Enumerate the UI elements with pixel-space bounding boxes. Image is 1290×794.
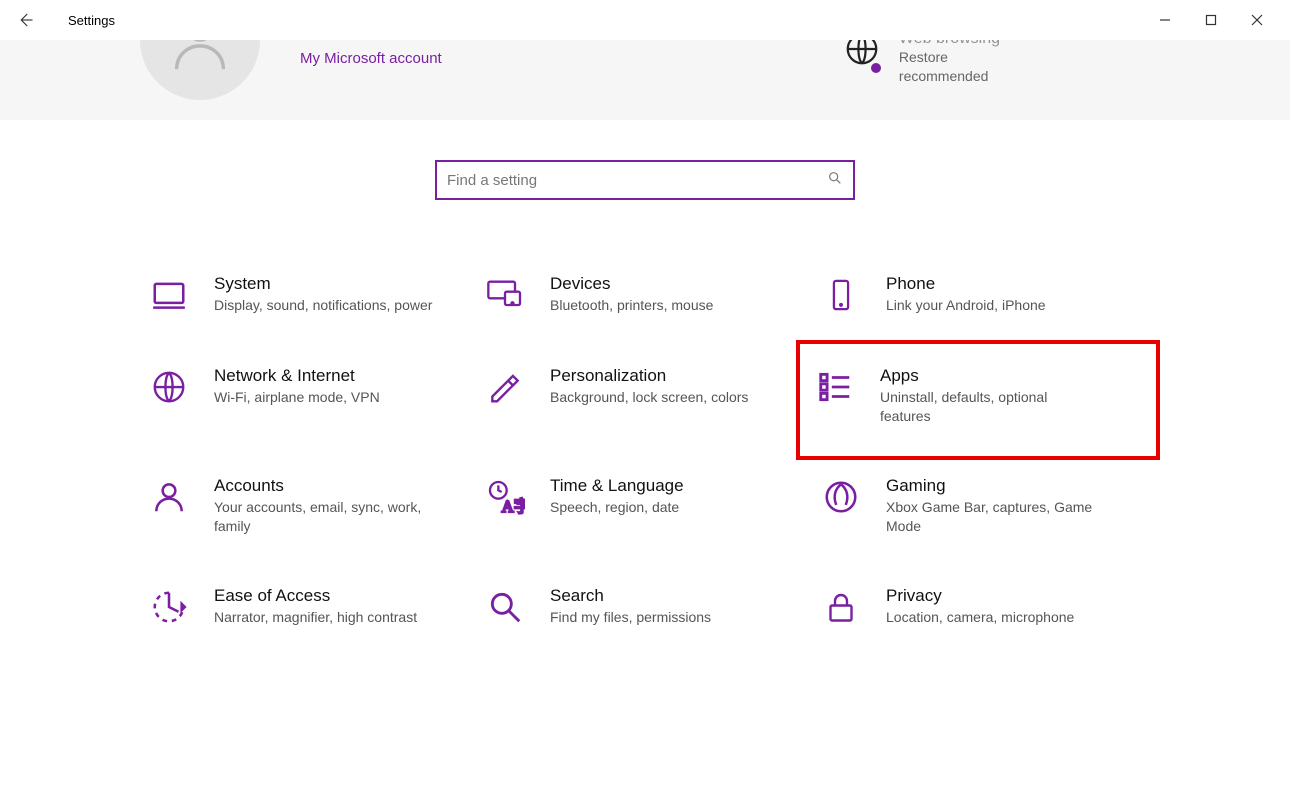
tile-privacy[interactable]: Privacy Location, camera, microphone [816, 582, 1146, 632]
tile-sub: Narrator, magnifier, high contrast [214, 608, 417, 627]
tile-title: Search [550, 586, 711, 606]
tile-sub: Uninstall, defaults, optional features [880, 388, 1100, 426]
tile-title: System [214, 274, 432, 294]
web-browsing-title: Web browsing [899, 40, 1000, 48]
window-title: Settings [68, 13, 115, 28]
tile-network[interactable]: Network & Internet Wi-Fi, airplane mode,… [144, 362, 474, 430]
personalization-icon [484, 366, 526, 408]
tile-title: Devices [550, 274, 713, 294]
tile-gaming[interactable]: Gaming Xbox Game Bar, captures, Game Mod… [816, 472, 1146, 540]
tile-sub: Find my files, permissions [550, 608, 711, 627]
ease-of-access-icon [148, 586, 190, 628]
tile-ease-of-access[interactable]: Ease of Access Narrator, magnifier, high… [144, 582, 474, 632]
tile-title: Gaming [886, 476, 1106, 496]
window-controls [1142, 4, 1280, 36]
tile-system[interactable]: System Display, sound, notifications, po… [144, 270, 474, 320]
tile-time-language[interactable]: A字 Time & Language Speech, region, date [480, 472, 810, 540]
tile-title: Phone [886, 274, 1046, 294]
tile-title: Time & Language [550, 476, 684, 496]
back-button[interactable] [10, 5, 40, 35]
tile-sub: Background, lock screen, colors [550, 388, 748, 407]
tile-sub: Wi-Fi, airplane mode, VPN [214, 388, 380, 407]
tile-title: Accounts [214, 476, 434, 496]
hero-band: My Microsoft account Web browsing Restor… [0, 40, 1290, 120]
system-icon [148, 274, 190, 316]
tile-search[interactable]: Search Find my files, permissions [480, 582, 810, 632]
my-microsoft-account-link[interactable]: My Microsoft account [300, 50, 442, 67]
gaming-icon [820, 476, 862, 518]
web-browsing-tile[interactable]: Web browsing Restore recommended [843, 40, 1000, 86]
devices-icon [484, 274, 526, 316]
svg-text:A字: A字 [502, 497, 525, 516]
tile-sub: Location, camera, microphone [886, 608, 1074, 627]
tile-title: Ease of Access [214, 586, 417, 606]
titlebar: Settings [0, 0, 1290, 40]
tile-title: Privacy [886, 586, 1074, 606]
search-input[interactable] [447, 162, 827, 198]
tile-phone[interactable]: Phone Link your Android, iPhone [816, 270, 1146, 320]
web-browsing-sub: Restore recommended [899, 48, 1000, 86]
phone-icon [820, 274, 862, 316]
minimize-button[interactable] [1142, 4, 1188, 36]
tile-sub: Xbox Game Bar, captures, Game Mode [886, 498, 1106, 536]
close-button[interactable] [1234, 4, 1280, 36]
accounts-icon [148, 476, 190, 518]
search-icon [827, 170, 843, 191]
tile-sub: Bluetooth, printers, mouse [550, 296, 713, 315]
network-icon [148, 366, 190, 408]
search-tile-icon [484, 586, 526, 628]
globe-icon [843, 40, 881, 73]
user-avatar [140, 40, 260, 100]
settings-grid: System Display, sound, notifications, po… [135, 270, 1155, 632]
search-box[interactable] [435, 160, 855, 200]
maximize-button[interactable] [1188, 4, 1234, 36]
tile-personalization[interactable]: Personalization Background, lock screen,… [480, 362, 810, 430]
tile-title: Apps [880, 366, 1100, 386]
tile-accounts[interactable]: Accounts Your accounts, email, sync, wor… [144, 472, 474, 540]
tile-apps[interactable]: Apps Uninstall, defaults, optional featu… [796, 340, 1160, 460]
privacy-icon [820, 586, 862, 628]
apps-icon [814, 366, 856, 408]
search-wrap [0, 160, 1290, 200]
tile-sub: Link your Android, iPhone [886, 296, 1046, 315]
tile-sub: Speech, region, date [550, 498, 684, 517]
time-language-icon: A字 [484, 476, 526, 518]
tile-title: Network & Internet [214, 366, 380, 386]
tile-sub: Display, sound, notifications, power [214, 296, 432, 315]
tile-title: Personalization [550, 366, 748, 386]
tile-devices[interactable]: Devices Bluetooth, printers, mouse [480, 270, 810, 320]
tile-sub: Your accounts, email, sync, work, family [214, 498, 434, 536]
